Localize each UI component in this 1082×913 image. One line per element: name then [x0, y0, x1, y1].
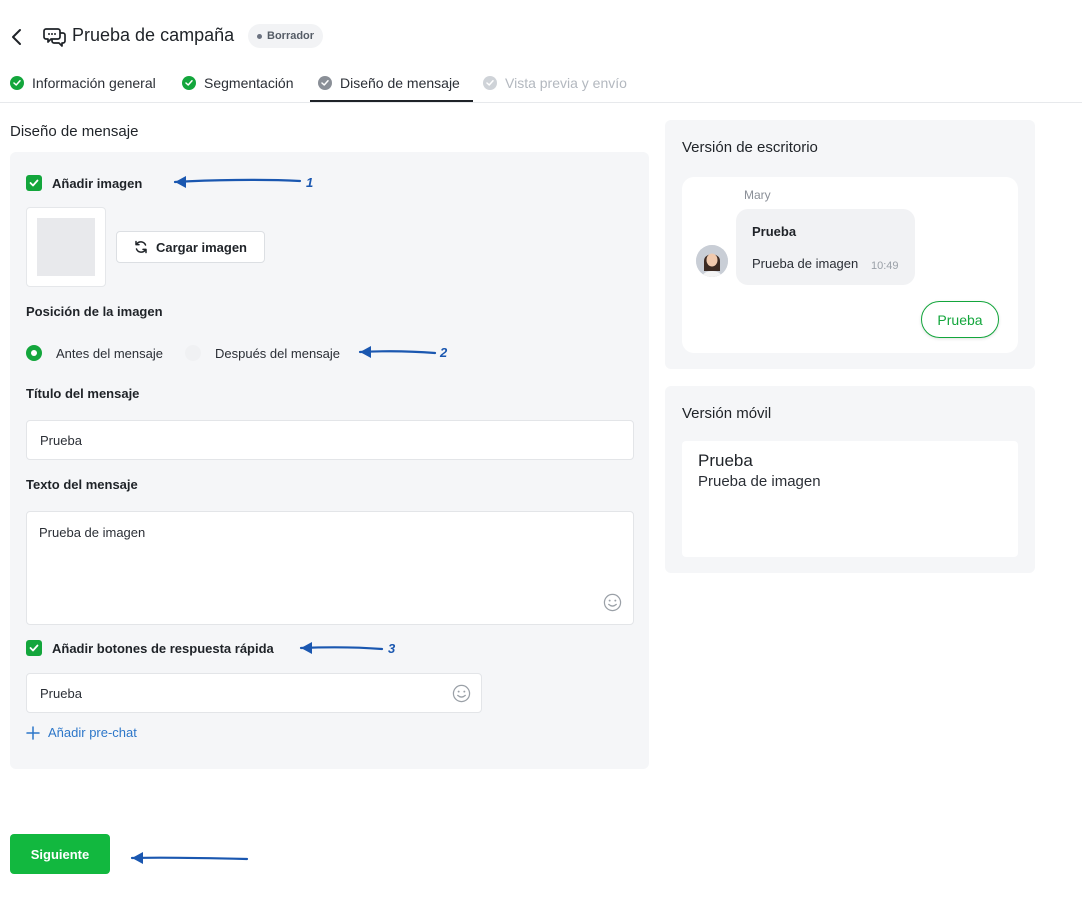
check-circle-icon	[483, 76, 497, 90]
quick-replies-label: Añadir botones de respuesta rápida	[52, 640, 274, 656]
tab-segmentacion[interactable]: Segmentación	[182, 66, 302, 102]
annotation-number: 2	[440, 345, 448, 360]
tab-label: Diseño de mensaje	[340, 75, 460, 91]
message-title-label: Título del mensaje	[26, 386, 140, 401]
status-badge: Borrador	[248, 24, 324, 48]
bubble-text: Prueba de imagen	[752, 256, 859, 271]
quick-reply-button[interactable]: Prueba	[921, 301, 999, 338]
position-option-after[interactable]: Después del mensaje	[185, 345, 340, 361]
tab-label: Información general	[32, 75, 156, 91]
add-image-row: Añadir imagen	[26, 175, 142, 191]
checkmark-icon	[29, 179, 39, 187]
message-text-value: Prueba de imagen	[39, 525, 146, 540]
message-title-input[interactable]: Prueba	[26, 420, 634, 460]
chevron-left-icon	[12, 29, 21, 45]
check-circle-icon	[182, 76, 196, 90]
tab-vista-previa-y-envio: Vista previa y envío	[483, 66, 643, 102]
status-badge-label: Borrador	[267, 30, 315, 42]
add-prechat-label: Añadir pre-chat	[48, 725, 137, 740]
refresh-icon	[135, 240, 147, 254]
annotation-number: 3	[388, 641, 396, 656]
position-after-label: Después del mensaje	[215, 345, 341, 361]
message-bubble	[736, 209, 915, 285]
quick-reply-input[interactable]: Prueba	[26, 673, 482, 713]
avatar	[696, 245, 728, 277]
check-circle-icon	[318, 76, 332, 90]
add-prechat-link[interactable]: Añadir pre-chat	[26, 725, 137, 740]
image-placeholder	[37, 218, 95, 276]
tabs-divider	[0, 102, 1082, 103]
message-timestamp: 10:49	[871, 260, 899, 272]
annotation-arrow-icon	[130, 852, 249, 864]
mobile-preview-title: Versión móvil	[682, 405, 772, 422]
chat-bubbles-icon	[42, 24, 68, 50]
emoji-icon[interactable]	[603, 593, 622, 612]
tab-label: Vista previa y envío	[505, 75, 627, 91]
desktop-preview-title: Versión de escritorio	[682, 139, 818, 156]
person-avatar-icon	[696, 245, 728, 277]
position-option-before[interactable]: Antes del mensaje	[26, 345, 163, 361]
page-title: Prueba de campaña	[72, 25, 235, 45]
plus-icon	[26, 725, 40, 740]
quick-reply-value: Prueba	[40, 685, 82, 701]
checkmark-icon	[29, 644, 39, 652]
mobile-message-title: Prueba	[698, 451, 753, 470]
tab-diseno-de-mensaje[interactable]: Diseño de mensaje	[310, 66, 473, 102]
image-thumbnail	[26, 207, 106, 287]
bubble-title: Prueba	[752, 224, 797, 239]
upload-image-button[interactable]: Cargar imagen	[116, 231, 265, 263]
annotation-number: 1	[306, 175, 314, 190]
annotation-arrow-icon	[173, 176, 302, 188]
emoji-icon[interactable]	[452, 684, 471, 703]
message-title-value: Prueba	[40, 432, 82, 448]
mobile-message-text: Prueba de imagen	[698, 473, 821, 490]
annotation-arrow-icon	[358, 346, 437, 358]
upload-image-label: Cargar imagen	[155, 239, 248, 255]
check-circle-icon	[10, 76, 24, 90]
sender-name: Mary	[744, 188, 771, 202]
radio-selected[interactable]	[26, 345, 42, 361]
image-position-label: Posición de la imagen	[26, 304, 163, 319]
message-text-area[interactable]: Prueba de imagen	[26, 511, 634, 625]
next-button[interactable]: Siguiente	[10, 834, 110, 874]
back-button[interactable]	[4, 24, 30, 50]
tab-label: Segmentación	[204, 75, 294, 91]
add-image-label: Añadir imagen	[52, 175, 143, 191]
quick-replies-checkbox[interactable]	[26, 640, 42, 656]
radio-unselected[interactable]	[185, 345, 201, 361]
section-title: Diseño de mensaje	[10, 123, 139, 140]
message-text-label: Texto del mensaje	[26, 477, 138, 492]
status-dot-icon	[257, 33, 262, 39]
position-before-label: Antes del mensaje	[56, 345, 163, 361]
add-image-checkbox[interactable]	[26, 175, 42, 191]
annotation-arrow-icon	[299, 642, 384, 654]
tab-informacion-general[interactable]: Información general	[10, 66, 160, 102]
quick-replies-row: Añadir botones de respuesta rápida	[26, 640, 274, 656]
